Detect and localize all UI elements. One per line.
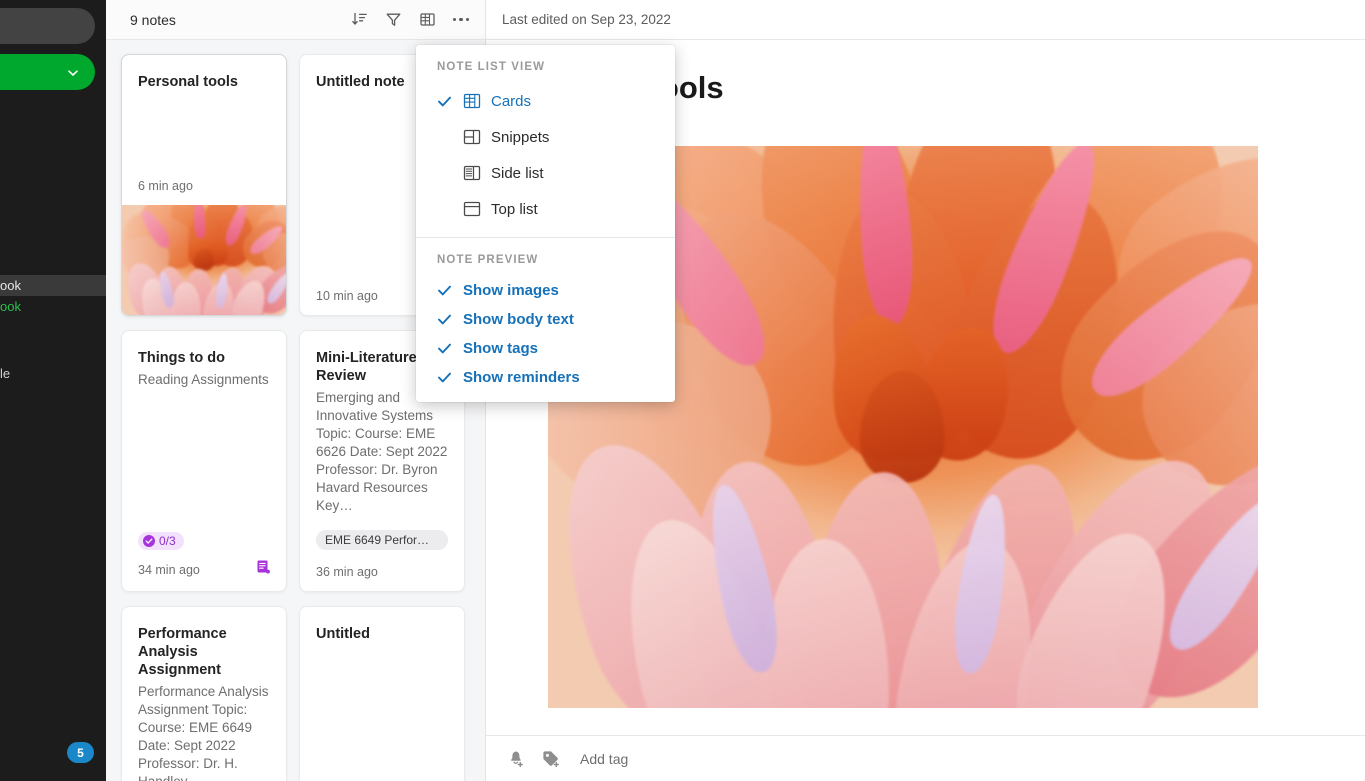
sidebar-item-trash[interactable]: le xyxy=(0,363,106,384)
menu-section-note-list-view: Note list view xyxy=(437,61,546,73)
note-card-body: Things to do Reading Assignments xyxy=(122,331,286,532)
add-tag-input[interactable]: Add tag xyxy=(580,751,628,767)
sort-icon[interactable] xyxy=(345,6,373,34)
sidebar-item-label: le xyxy=(0,366,11,381)
last-edited-label: Last edited on Sep 23, 2022 xyxy=(502,12,671,27)
sidebar-search-box[interactable] xyxy=(0,8,95,44)
task-progress-badge: 0/3 xyxy=(138,532,184,550)
task-list-icon xyxy=(257,560,270,579)
editor-bottom-bar: Add tag xyxy=(486,735,1365,781)
top-list-layout-icon xyxy=(463,200,491,218)
menu-item-snippets[interactable]: Snippets xyxy=(416,119,675,155)
note-card-snippet: Emerging and Innovative Systems Topic: C… xyxy=(316,390,448,513)
menu-item-top-list[interactable]: Top list xyxy=(416,191,675,227)
menu-item-cards[interactable]: Cards xyxy=(416,83,675,119)
filter-icon[interactable] xyxy=(379,6,407,34)
note-list-tool-buttons xyxy=(345,6,475,34)
note-card-things-to-do[interactable]: Things to do Reading Assignments 0/3 34 … xyxy=(121,330,287,592)
menu-item-label: Snippets xyxy=(491,128,550,146)
menu-section-note-preview: Note preview xyxy=(437,254,539,266)
editor-top-bar: Last edited on Sep 23, 2022 xyxy=(486,0,1365,40)
sidebar-badge-count[interactable]: 5 xyxy=(67,742,94,763)
note-card-badges: 0/3 xyxy=(122,532,286,560)
menu-item-show-images[interactable]: Show images xyxy=(416,276,675,305)
sidebar: ook ook le 5 xyxy=(0,0,106,781)
more-options-icon[interactable] xyxy=(447,6,475,34)
note-card-date: 6 min ago xyxy=(138,179,193,193)
note-card-footer: 34 min ago xyxy=(122,560,286,591)
note-list-view-menu: Note list view Cards Snippets xyxy=(416,45,675,402)
note-card-footer: 36 min ago xyxy=(300,565,464,591)
note-card-date: 34 min ago xyxy=(138,562,200,577)
menu-item-label: Top list xyxy=(491,200,538,218)
sidebar-item-notebook-shared[interactable]: ook xyxy=(0,296,106,317)
add-reminder-bell-icon[interactable] xyxy=(502,746,528,772)
menu-item-label: Show body text xyxy=(463,311,574,328)
menu-item-show-tags[interactable]: Show tags xyxy=(416,334,675,363)
note-card-title: Personal tools xyxy=(138,74,238,90)
note-card-untitled[interactable]: Untitled xyxy=(299,606,465,781)
note-card-title: Things to do xyxy=(138,350,225,366)
menu-item-side-list[interactable]: Side list xyxy=(416,155,675,191)
note-card-title: Untitled xyxy=(316,626,370,642)
note-card-snippet: Performance Analysis Assignment Topic: C… xyxy=(138,684,269,781)
task-progress-label: 0/3 xyxy=(159,534,176,548)
note-card-title: Performance Analysis Assignment xyxy=(138,626,227,678)
note-tag-chip[interactable]: EME 6649 Perform… xyxy=(316,530,448,550)
sidebar-nav-list: ook ook le xyxy=(0,275,106,384)
flower-image xyxy=(122,205,286,315)
check-icon xyxy=(437,94,463,109)
menu-item-label: Side list xyxy=(491,164,544,182)
menu-item-label: Show images xyxy=(463,282,559,299)
note-card-badges: EME 6649 Perform… xyxy=(300,530,464,565)
check-icon xyxy=(437,370,463,385)
new-note-button[interactable] xyxy=(0,54,95,90)
menu-item-show-reminders[interactable]: Show reminders xyxy=(416,363,675,392)
note-card-body: Untitled xyxy=(300,607,464,781)
sidebar-item-label: ook xyxy=(0,299,21,314)
note-card-footer: 6 min ago xyxy=(122,179,286,205)
note-card-thumbnail xyxy=(122,205,286,315)
side-list-layout-icon xyxy=(463,164,491,182)
check-circle-icon xyxy=(143,535,155,547)
sidebar-item-label: ook xyxy=(0,278,21,293)
menu-item-label: Show tags xyxy=(463,340,539,357)
check-icon xyxy=(437,341,463,356)
note-card-snippet: Reading Assignments xyxy=(138,372,269,387)
check-icon xyxy=(437,283,463,298)
note-card-body: Performance Analysis Assignment Performa… xyxy=(122,607,286,781)
note-card-performance-analysis-assignment[interactable]: Performance Analysis Assignment Performa… xyxy=(121,606,287,781)
note-card-body: Personal tools xyxy=(122,55,286,179)
note-card-personal-tools[interactable]: Personal tools 6 min ago xyxy=(121,54,287,316)
menu-item-show-body-text[interactable]: Show body text xyxy=(416,305,675,334)
snippets-layout-icon xyxy=(463,128,491,146)
check-icon xyxy=(437,312,463,327)
note-card-date: 10 min ago xyxy=(316,289,378,303)
note-card-date: 36 min ago xyxy=(316,565,378,579)
view-layout-icon[interactable] xyxy=(413,6,441,34)
chevron-down-icon[interactable] xyxy=(67,66,79,78)
menu-item-label: Cards xyxy=(491,92,532,110)
note-list-toolbar: 9 notes xyxy=(106,0,485,40)
app-window: ook ook le 5 9 notes Personal tools 6 mi… xyxy=(0,0,1365,781)
sidebar-item-notebook-selected[interactable]: ook xyxy=(0,275,106,296)
note-count-label: 9 notes xyxy=(130,11,176,28)
add-tag-icon[interactable] xyxy=(538,746,564,772)
menu-item-label: Show reminders xyxy=(463,369,580,386)
cards-layout-icon xyxy=(463,92,491,110)
